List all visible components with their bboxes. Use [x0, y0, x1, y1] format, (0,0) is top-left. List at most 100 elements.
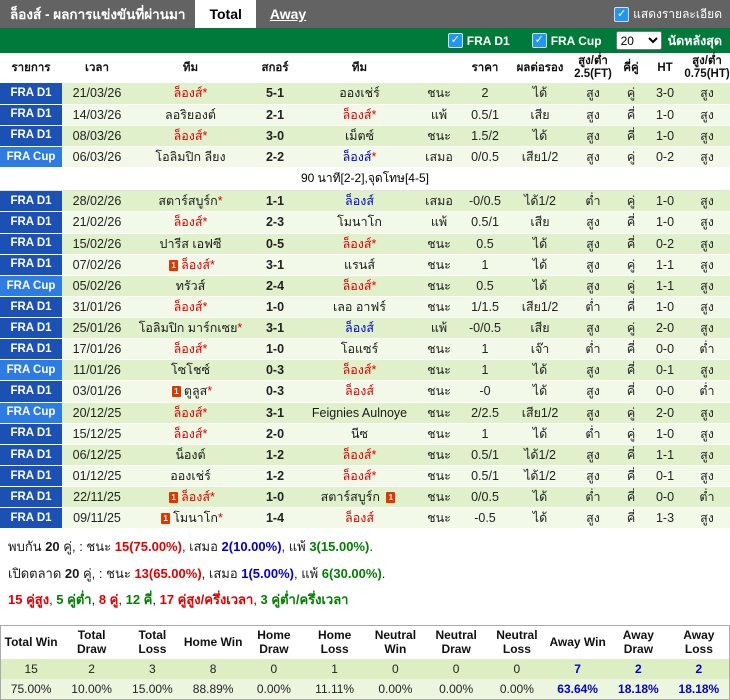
score: 3-1 [249, 318, 301, 339]
col-odds: ราคา [460, 53, 510, 83]
titlebar: ล็องส์ - ผลการแข่งขันที่ผ่านมา Total Awa… [0, 0, 730, 28]
tab-away[interactable]: Away [256, 0, 320, 28]
over-under-ht: สูง [684, 125, 730, 146]
over-under-ht: สูง [684, 254, 730, 275]
half-time-score: 3-0 [646, 83, 684, 104]
away-team-cell: อองเช่ร์ [301, 83, 418, 104]
match-row: FRA Cup20/12/25ล็องส์*3-1Feignies Aulnoy… [0, 402, 730, 423]
focus-team-star: * [203, 300, 208, 314]
score: 1-0 [249, 487, 301, 508]
home-team-name: ล็องส์ [174, 406, 203, 420]
handicap-result: ได้ [510, 360, 570, 381]
away-team-cell: ล็องส์* [301, 104, 418, 125]
odds: -0/0.5 [460, 191, 510, 212]
home-team-cell: อองเช่ร์ [132, 465, 249, 486]
over-under-ht: สูง [684, 146, 730, 167]
focus-team-star: * [372, 448, 377, 462]
show-details-toggle[interactable]: ✓ แสดงรายละเอียด [606, 0, 730, 28]
match-row: FRA D109/11/251โมนาโก*1-4ล็องส์ชนะ-0.5ได… [0, 508, 730, 529]
away-team-name: ล็องส์ [343, 237, 372, 251]
home-team-cell: ล็องส์* [132, 212, 249, 233]
page-title: ล็องส์ - ผลการแข่งขันที่ผ่านมา [0, 0, 195, 28]
competition-badge: FRA D1 [0, 83, 62, 104]
score: 2-3 [249, 212, 301, 233]
over-under-ht: สูง [684, 423, 730, 444]
result: ชนะ [418, 83, 460, 104]
handicap-result: เสีย1/2 [510, 146, 570, 167]
stats-header: Home Win [183, 625, 244, 658]
away-team-name: ล็องส์ [343, 363, 372, 377]
odd-even: คี่ [616, 233, 646, 254]
focus-team-star: * [203, 406, 208, 420]
score: 0-3 [249, 381, 301, 402]
away-team-name: ล็องส์ [343, 279, 372, 293]
half-time-score: 1-0 [646, 212, 684, 233]
filterbar: ✓ FRA D1 ✓ FRA Cup 20 นัดหลังสุด [0, 28, 730, 53]
result: ชนะ [418, 381, 460, 402]
stats-pct: 0.00% [426, 679, 487, 700]
half-time-score: 1-0 [646, 125, 684, 146]
competition-badge: FRA D1 [0, 104, 62, 125]
competition-badge: FRA D1 [0, 508, 62, 529]
match-row: FRA D122/11/251ล็องส์*1-0สตาร์สบูร์ก 1ชน… [0, 487, 730, 508]
half-time-score: 1-0 [646, 191, 684, 212]
tab-total[interactable]: Total [195, 0, 255, 28]
filter-fra-d1[interactable]: ✓ FRA D1 [440, 33, 518, 48]
over-under-ft: สูง [570, 402, 616, 423]
match-date: 20/12/25 [62, 402, 132, 423]
checkbox-checked-icon[interactable]: ✓ [614, 7, 629, 22]
col-away-team: ทีม [301, 53, 418, 83]
away-team-cell: โอแซร์ [301, 339, 418, 360]
odd-even: คู่ [616, 146, 646, 167]
over-under-ht: สูง [684, 444, 730, 465]
summary-section: พบกัน 20 คู่, : ชนะ 15(75.00%), เสมอ 2(1… [0, 529, 730, 623]
match-date: 15/12/25 [62, 423, 132, 444]
focus-team-star: * [372, 279, 377, 293]
red-card-icon: 1 [386, 492, 395, 503]
match-date: 05/02/26 [62, 275, 132, 296]
over-under-ht: สูง [684, 296, 730, 317]
checkbox-checked-icon[interactable]: ✓ [532, 33, 547, 48]
competition-badge: FRA D1 [0, 191, 62, 212]
results-table: รายการ เวลา ทีม สกอร์ ทีม ราคา ผลต่อรอง … [0, 53, 730, 529]
focus-team-star: * [210, 258, 215, 272]
results-header-row: รายการ เวลา ทีม สกอร์ ทีม ราคา ผลต่อรอง … [0, 53, 730, 83]
away-team-cell: ล็องส์ [301, 318, 418, 339]
match-count-select[interactable]: 20 [616, 31, 662, 50]
odds: 1 [460, 339, 510, 360]
checkbox-checked-icon[interactable]: ✓ [448, 33, 463, 48]
match-row: FRA D121/03/26ล็องส์*5-1อองเช่ร์ชนะ2ได้ส… [0, 83, 730, 104]
away-team-cell: แรนส์ [301, 254, 418, 275]
score: 1-0 [249, 339, 301, 360]
home-team-name: ลอริยองต์ [165, 108, 216, 122]
filter-fra-cup-label: FRA Cup [551, 34, 602, 48]
away-team-name: ล็องส์ [345, 194, 374, 208]
odds: 2 [460, 83, 510, 104]
col-over-under-ft: สูง/ต่ำ 2.5(FT) [570, 53, 616, 83]
summary-market: เปิดตลาด 20 คู่, : ชนะ 13(65.00%), เสมอ … [8, 564, 722, 584]
over-under-ft: สูง [570, 146, 616, 167]
home-team-cell: โอลิมปิก มาร์กเซย* [132, 318, 249, 339]
odd-even: คี่ [616, 381, 646, 402]
match-date: 09/11/25 [62, 508, 132, 529]
competition-badge: FRA Cup [0, 275, 62, 296]
over-under-ht: สูง [684, 212, 730, 233]
competition-badge: FRA D1 [0, 254, 62, 275]
focus-team-star: * [218, 511, 223, 525]
half-time-score: 1-0 [646, 423, 684, 444]
away-team-name: เลอ อาฟร์ [333, 300, 386, 314]
odd-even: คู่ [616, 402, 646, 423]
stats-count: 3 [122, 659, 183, 679]
match-row: FRA D125/01/26โอลิมปิก มาร์กเซย*3-1ล็องส… [0, 318, 730, 339]
away-team-cell: ล็องส์* [301, 275, 418, 296]
score: 3-0 [249, 125, 301, 146]
home-team-name: น็องต์ [175, 448, 205, 462]
stats-table: Total WinTotal DrawTotal LossHome WinHom… [0, 625, 730, 700]
stats-header: Neutral Draw [426, 625, 487, 658]
filter-fra-cup[interactable]: ✓ FRA Cup [524, 33, 610, 48]
score: 3-1 [249, 402, 301, 423]
odd-even: คี่ [616, 465, 646, 486]
competition-badge: FRA D1 [0, 296, 62, 317]
over-under-ft: สูง [570, 360, 616, 381]
away-team-cell: ล็องส์* [301, 146, 418, 167]
